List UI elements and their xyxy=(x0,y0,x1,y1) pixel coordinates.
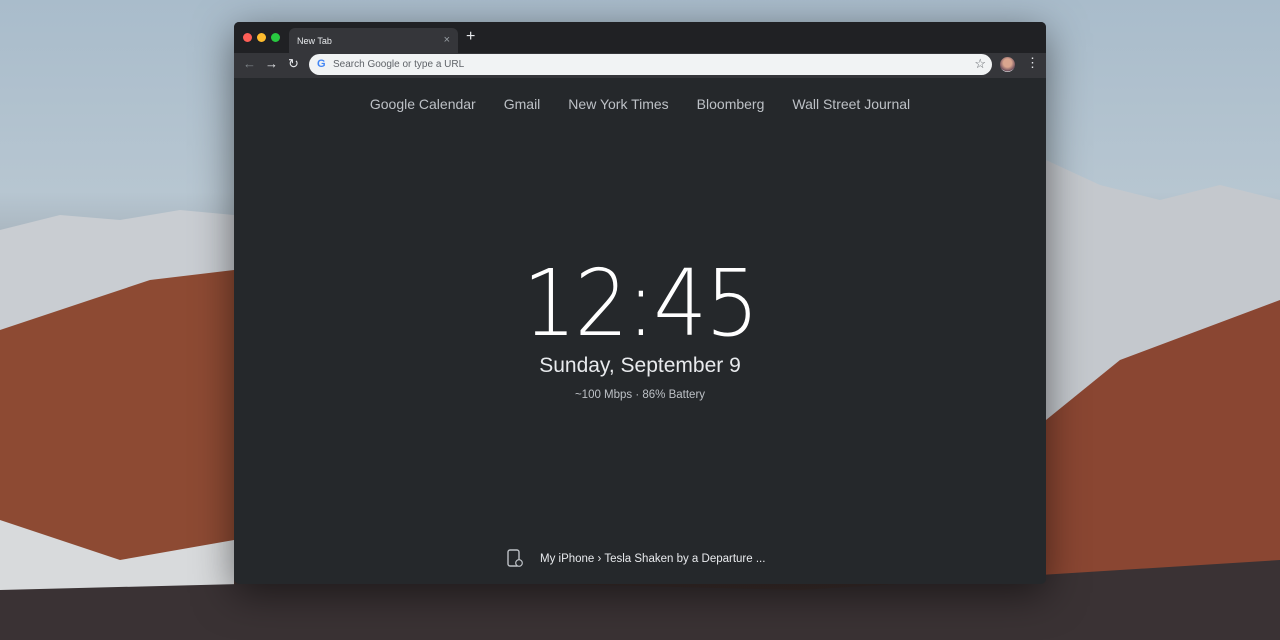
clock-date: Sunday, September 9 xyxy=(539,354,741,377)
tab-strip: New Tab × + xyxy=(234,22,1046,53)
link-gmail[interactable]: Gmail xyxy=(504,96,541,112)
recent-device-tab[interactable]: My iPhone › Tesla Shaken by a Departure … xyxy=(507,549,765,568)
back-icon[interactable]: ← xyxy=(243,56,256,71)
shortcut-links: Google Calendar Gmail New York Times Blo… xyxy=(234,96,1046,112)
device-sync-icon xyxy=(507,549,523,567)
link-wall-street-journal[interactable]: Wall Street Journal xyxy=(792,96,910,112)
tab-title: New Tab xyxy=(297,36,332,46)
close-window-button[interactable] xyxy=(243,33,252,42)
forward-icon[interactable]: → xyxy=(265,56,278,71)
link-google-calendar[interactable]: Google Calendar xyxy=(370,96,476,112)
minimize-window-button[interactable] xyxy=(257,33,266,42)
link-new-york-times[interactable]: New York Times xyxy=(568,96,668,112)
omnibox-placeholder: Search Google or type a URL xyxy=(333,59,465,70)
zoom-window-button[interactable] xyxy=(271,33,280,42)
profile-avatar[interactable] xyxy=(1000,57,1015,72)
reload-icon[interactable]: ↻ xyxy=(288,56,299,72)
menu-icon[interactable]: ⋮ xyxy=(1026,55,1039,71)
google-icon: G xyxy=(317,58,326,70)
toolbar: ← → ↻ G Search Google or type a URL ☆ ⋮ xyxy=(234,53,1046,78)
tab-close-icon[interactable]: × xyxy=(444,34,450,46)
tab-new-tab[interactable]: New Tab × xyxy=(289,28,458,53)
recent-device-text: My iPhone › Tesla Shaken by a Departure … xyxy=(540,552,766,565)
new-tab-button[interactable]: + xyxy=(466,28,475,46)
bookmark-star-icon[interactable]: ☆ xyxy=(974,56,986,72)
status-info: ~100 Mbps · 86% Battery xyxy=(574,389,706,401)
clock-time: 12:45 xyxy=(522,250,760,357)
link-bloomberg[interactable]: Bloomberg xyxy=(697,96,765,112)
omnibox[interactable]: G Search Google or type a URL ☆ xyxy=(309,54,992,75)
browser-window: New Tab × + ← → ↻ G Search Google or typ… xyxy=(234,22,1046,584)
